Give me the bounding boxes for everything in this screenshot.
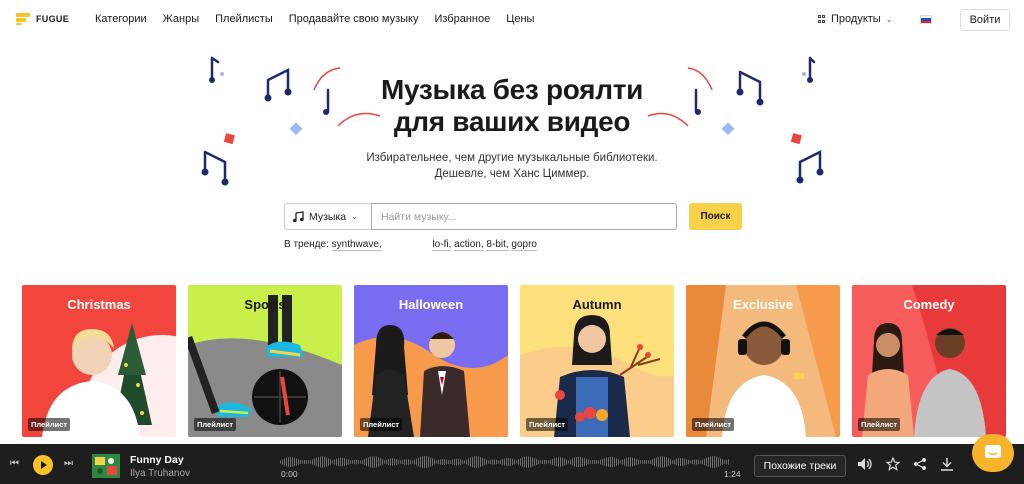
music-note-icon bbox=[293, 210, 304, 222]
audio-player: ⏮ ⏭ Funny Day Ilya Truhanov 0:00 1:24 По… bbox=[0, 444, 1024, 484]
card-title: Sports bbox=[244, 297, 286, 312]
volume-icon[interactable] bbox=[857, 457, 873, 471]
card-title: Autumn bbox=[572, 297, 622, 312]
grid-icon bbox=[818, 15, 826, 23]
share-icon[interactable] bbox=[913, 457, 927, 471]
trend-label: В тренде: bbox=[284, 239, 329, 250]
playlist-card-halloween[interactable]: Halloween Плейлист bbox=[354, 285, 508, 437]
playlist-badge: Плейлист bbox=[360, 418, 403, 431]
login-button[interactable]: Войти bbox=[960, 9, 1010, 31]
playlist-card-autumn[interactable]: Autumn Плейлист bbox=[520, 285, 674, 437]
track-title[interactable]: Funny Day bbox=[130, 454, 184, 466]
track-cover bbox=[92, 454, 120, 478]
previous-track-icon[interactable]: ⏮ bbox=[10, 458, 19, 469]
chat-button[interactable] bbox=[972, 434, 1014, 472]
nav-sell-music[interactable]: Продавайте свою музыку bbox=[289, 13, 419, 25]
search-type-select[interactable]: Музыка ⌄ bbox=[284, 203, 372, 230]
trend-tag[interactable]: synthwave, bbox=[331, 239, 382, 251]
chevron-down-icon: ⌄ bbox=[885, 14, 893, 24]
playlist-cards: Christmas Плейлист Sports Плейлист Hallo… bbox=[22, 285, 1006, 437]
similar-tracks-button[interactable]: Похожие треки bbox=[754, 455, 846, 477]
hero-subtitle-line1: Избирательнее, чем другие музыкальные би… bbox=[366, 152, 658, 164]
card-title: Comedy bbox=[903, 297, 955, 312]
search-button[interactable]: Поиск bbox=[689, 203, 742, 230]
trend-tag[interactable]: action, bbox=[454, 239, 484, 251]
playlist-card-sports[interactable]: Sports Плейлист bbox=[188, 285, 342, 437]
products-dropdown[interactable]: Продукты ⌄ bbox=[818, 13, 892, 25]
hero-title: Музыка без роялти для ваших видео bbox=[0, 74, 1024, 138]
hero-subtitle: Избирательнее, чем другие музыкальные би… bbox=[0, 150, 1024, 182]
header: FUGUE Категории Жанры Плейлисты Продавай… bbox=[0, 0, 1024, 40]
nav-categories[interactable]: Категории bbox=[95, 13, 147, 25]
playlist-badge: Плейлист bbox=[526, 418, 569, 431]
playlist-badge: Плейлист bbox=[194, 418, 237, 431]
play-button[interactable] bbox=[33, 455, 53, 475]
nav-favorites[interactable]: Избранное bbox=[434, 13, 490, 25]
logo[interactable]: FUGUE bbox=[16, 13, 69, 25]
playlist-badge: Плейлист bbox=[858, 418, 901, 431]
russian-flag-icon[interactable] bbox=[920, 15, 932, 24]
playlist-card-exclusive[interactable]: Exclusive Плейлист bbox=[686, 285, 840, 437]
trend-tag[interactable]: gopro bbox=[511, 239, 537, 251]
trend-tag[interactable]: lo-fi, bbox=[432, 239, 452, 251]
nav-playlists[interactable]: Плейлисты bbox=[215, 13, 273, 25]
track-artist[interactable]: Ilya Truhanov bbox=[130, 468, 190, 479]
playlist-card-comedy[interactable]: Comedy Плейлист bbox=[852, 285, 1006, 437]
logo-text: FUGUE bbox=[36, 14, 69, 24]
card-title: Halloween bbox=[398, 297, 464, 312]
playlist-badge: Плейлист bbox=[28, 418, 71, 431]
search-input[interactable] bbox=[371, 203, 677, 230]
card-title: Exclusive bbox=[733, 297, 793, 312]
trend-tag[interactable]: 8-bit, bbox=[486, 239, 509, 251]
fugue-logo-icon bbox=[16, 13, 30, 25]
hero-subtitle-line2: Дешевле, чем Ханс Циммер. bbox=[434, 168, 590, 180]
trending-tags: В тренде: synthwave, lo-fi, action, 8-bi… bbox=[284, 239, 537, 251]
search-type-label: Музыка bbox=[309, 210, 347, 223]
playlist-card-christmas[interactable]: Christmas Плейлист bbox=[22, 285, 176, 437]
next-track-icon[interactable]: ⏭ bbox=[64, 458, 73, 469]
hero-title-line1: Музыка без роялти bbox=[380, 74, 644, 105]
time-total: 1:24 bbox=[724, 469, 741, 479]
main-nav: Категории Жанры Плейлисты Продавайте сво… bbox=[95, 13, 534, 25]
nav-genres[interactable]: Жанры bbox=[163, 13, 200, 25]
chat-icon bbox=[985, 444, 1001, 458]
star-icon[interactable] bbox=[886, 457, 900, 471]
nav-pricing[interactable]: Цены bbox=[506, 13, 534, 25]
products-label: Продукты bbox=[831, 13, 881, 25]
card-title: Christmas bbox=[67, 297, 131, 312]
waveform-progress[interactable] bbox=[280, 454, 730, 470]
download-icon[interactable] bbox=[940, 457, 954, 471]
time-elapsed: 0:00 bbox=[281, 469, 298, 479]
playlist-badge: Плейлист bbox=[692, 418, 735, 431]
hero-title-line2: для ваших видео bbox=[393, 106, 631, 137]
chevron-down-icon: ⌄ bbox=[351, 212, 358, 221]
